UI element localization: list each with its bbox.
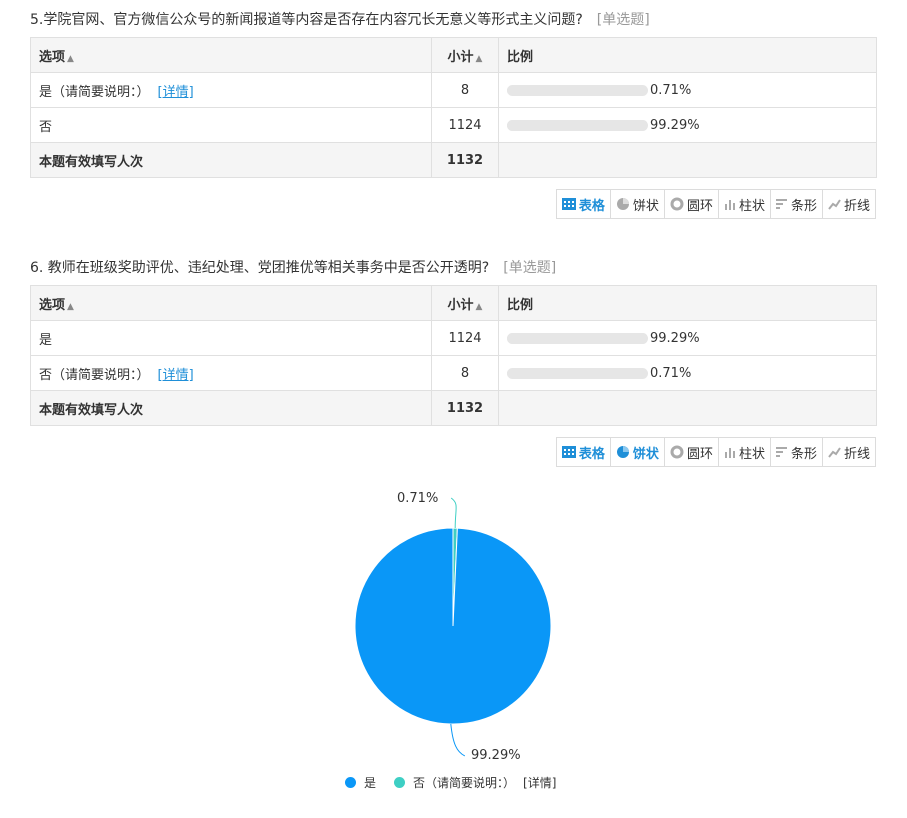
line-chart-icon: [828, 446, 841, 458]
tab-line[interactable]: 折线: [821, 437, 876, 467]
option-count: 1124: [431, 107, 499, 143]
sort-icon[interactable]: ▲︎: [67, 54, 74, 64]
question-5-type: [单选题]: [596, 12, 650, 28]
total-label: 本题有效填写人次: [30, 390, 432, 426]
bar-chart-icon: [775, 198, 788, 210]
tab-bar[interactable]: 条形: [769, 189, 823, 219]
sort-icon[interactable]: ▲︎: [67, 302, 74, 312]
detail-link[interactable]: [详情]: [158, 85, 194, 100]
question-5-title: 5.学院官网、官方微信公众号的新闻报道等内容是否存在内容冗长无意义等形式主义问题…: [30, 9, 876, 31]
table-icon: [561, 198, 576, 210]
table-icon: [561, 446, 576, 458]
option-label: 否: [39, 119, 53, 135]
legend-dot: [345, 777, 356, 788]
tab-ring[interactable]: 圆环: [663, 189, 719, 219]
count-header[interactable]: 小计 ▲︎: [431, 285, 499, 321]
total-count: 1132: [431, 142, 499, 178]
option-header[interactable]: 选项 ▲︎: [30, 285, 432, 321]
legend-label: 是: [364, 776, 377, 790]
total-row: 本题有效填写人次 1132: [30, 142, 877, 178]
table-row: 否 1124 99.29%: [30, 107, 877, 143]
ratio-bar-fill: [507, 332, 647, 344]
table-row: 是 1124 99.29%: [30, 320, 877, 356]
option-label: 是（请简要说明：）: [39, 84, 150, 100]
question-5-table: 选项 ▲︎ 小计 ▲︎ 比例 是（请简要说明：） [详情] 8 0.71% 否 112…: [30, 37, 877, 178]
tab-table[interactable]: 表格: [555, 189, 611, 219]
tab-column[interactable]: 柱状: [717, 437, 771, 467]
option-label: 是: [39, 332, 53, 348]
leader-line-no: [450, 497, 457, 529]
ratio-bar: [507, 367, 648, 379]
table-row: 是（请简要说明：） [详情] 8 0.71%: [30, 72, 877, 108]
question-6-type: [单选题]: [503, 260, 557, 276]
column-chart-icon: [724, 198, 736, 210]
legend-item-no[interactable]: 否（请简要说明：） [详情]: [394, 774, 556, 791]
option-header[interactable]: 选项 ▲︎: [30, 37, 432, 73]
question-6-title: 6. 教师在班级奖助评优、违纪处理、党团推优等相关事务中是否公开透明? [单选题]: [30, 257, 876, 279]
question-5: 5.学院官网、官方微信公众号的新闻报道等内容是否存在内容冗长无意义等形式主义问题…: [30, 9, 877, 219]
tab-column[interactable]: 柱状: [717, 189, 771, 219]
legend-detail: [详情]: [523, 776, 557, 790]
pie-chart-svg: [354, 497, 552, 757]
tab-table[interactable]: 表格: [555, 437, 611, 467]
pie-legend: 是 否（请简要说明：） [详情]: [345, 774, 574, 791]
pie-label-yes: 99.29%: [471, 748, 521, 763]
legend-item-yes[interactable]: 是: [345, 774, 376, 791]
option-count: 8: [431, 72, 499, 108]
ratio-bar-fill: [507, 119, 647, 131]
ratio-bar-fill: [507, 84, 508, 96]
option-count: 1124: [431, 320, 499, 356]
question-6: 6. 教师在班级奖助评优、违纪处理、党团推优等相关事务中是否公开透明? [单选题]…: [30, 257, 877, 467]
chart-type-tabs: 表格 饼状 圆环 柱状 条形 折线: [30, 437, 876, 467]
ratio-bar: [507, 332, 648, 344]
ring-icon: [670, 445, 684, 459]
sort-icon[interactable]: ▲︎: [476, 54, 483, 64]
tab-line[interactable]: 折线: [821, 189, 876, 219]
leader-line-yes: [450, 723, 466, 757]
bar-chart-icon: [775, 446, 788, 458]
ratio-header: 比例: [498, 285, 877, 321]
legend-label: 否（请简要说明：）: [413, 776, 516, 790]
question-5-text: 5.学院官网、官方微信公众号的新闻报道等内容是否存在内容冗长无意义等形式主义问题…: [30, 12, 583, 28]
ratio-percent: 0.71%: [650, 82, 692, 98]
table-row: 否（请简要说明：） [详情] 8 0.71%: [30, 355, 877, 391]
total-count: 1132: [431, 390, 499, 426]
pie-icon: [616, 197, 630, 211]
ratio-bar-fill: [507, 367, 508, 379]
ratio-percent: 0.71%: [650, 365, 692, 381]
count-header[interactable]: 小计 ▲︎: [431, 37, 499, 73]
detail-link[interactable]: [详情]: [158, 368, 194, 383]
tab-ring[interactable]: 圆环: [663, 437, 719, 467]
line-chart-icon: [828, 198, 841, 210]
ratio-percent: 99.29%: [650, 117, 700, 133]
table-header-row: 选项 ▲︎ 小计 ▲︎ 比例: [30, 37, 877, 73]
ring-icon: [670, 197, 684, 211]
tab-bar[interactable]: 条形: [769, 437, 823, 467]
table-header-row: 选项 ▲︎ 小计 ▲︎ 比例: [30, 285, 877, 321]
tab-pie[interactable]: 饼状: [609, 189, 665, 219]
pie-label-no: 0.71%: [397, 491, 439, 506]
ratio-bar: [507, 119, 648, 131]
question-6-text: 6. 教师在班级奖助评优、违纪处理、党团推优等相关事务中是否公开透明?: [30, 260, 490, 276]
question-6-table: 选项 ▲︎ 小计 ▲︎ 比例 是 1124 99.29% 否（请简要说明：） [详情]…: [30, 285, 877, 426]
ratio-percent: 99.29%: [650, 330, 700, 346]
chart-type-tabs: 表格 饼状 圆环 柱状 条形 折线: [30, 189, 876, 219]
ratio-header: 比例: [498, 37, 877, 73]
total-label: 本题有效填写人次: [30, 142, 432, 178]
ratio-bar: [507, 84, 648, 96]
tab-pie[interactable]: 饼状: [609, 437, 665, 467]
pie-icon: [616, 445, 630, 459]
sort-icon[interactable]: ▲︎: [476, 302, 483, 312]
legend-dot: [394, 777, 406, 788]
option-count: 8: [431, 355, 499, 391]
option-label: 否（请简要说明：）: [39, 367, 150, 383]
column-chart-icon: [724, 446, 736, 458]
pie-slice-0[interactable]: [354, 527, 552, 725]
total-row: 本题有效填写人次 1132: [30, 390, 877, 426]
pie-chart: 0.71% 99.29%: [330, 488, 590, 806]
